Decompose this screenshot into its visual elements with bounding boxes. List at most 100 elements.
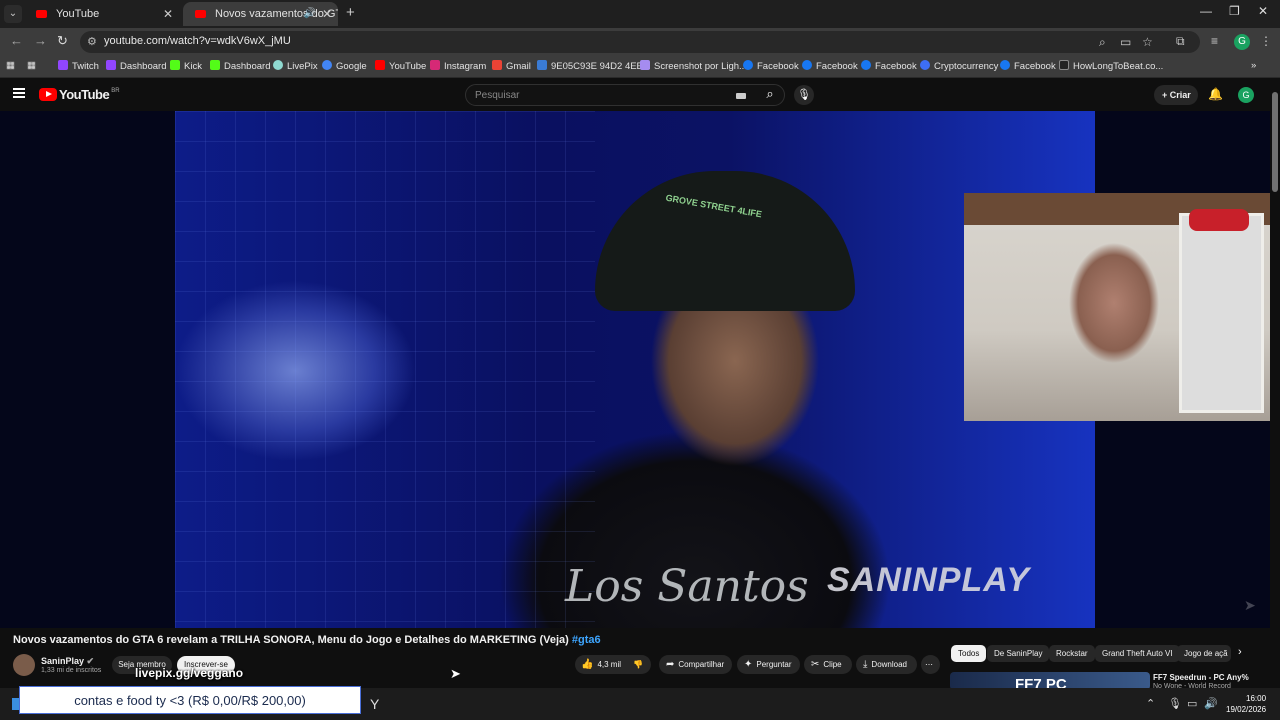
taskbar-app-icon[interactable]: Y bbox=[370, 696, 379, 712]
tab-video[interactable]: Novos vazamentos do GTA 🔊 ✕ bbox=[183, 2, 338, 26]
account-avatar[interactable]: G bbox=[1238, 87, 1254, 103]
extensions-icon[interactable]: ⧉ bbox=[1176, 34, 1185, 49]
bookmark-id[interactable]: 9E05C93E 94D2 4EE... bbox=[537, 60, 651, 72]
bookmark-star-icon[interactable]: ☆ bbox=[1142, 35, 1153, 49]
gmail-icon bbox=[492, 60, 502, 70]
channel-watermark: SANINPLAY bbox=[827, 561, 1030, 599]
create-label: Criar bbox=[1169, 90, 1191, 100]
apps-grid-icon[interactable]: ▦ bbox=[6, 60, 15, 71]
scrollbar-thumb[interactable] bbox=[1272, 92, 1278, 192]
bookmark-instagram[interactable]: Instagram bbox=[430, 60, 486, 72]
chip-action-games[interactable]: Jogo de açã bbox=[1177, 645, 1231, 662]
bookmark-dashboard-kick[interactable]: Dashboard bbox=[210, 60, 270, 72]
bookmark-facebook[interactable]: Facebook bbox=[1000, 60, 1056, 72]
tray-volume-icon[interactable]: 🔊 bbox=[1204, 697, 1218, 710]
tab-groups-icon[interactable]: ▦ bbox=[27, 60, 36, 71]
subscriber-count: 1,33 mi de inscritos bbox=[41, 667, 102, 674]
tray-chevron-icon[interactable]: ⌃ bbox=[1146, 697, 1155, 710]
next-video-icon[interactable]: ➤ bbox=[1244, 597, 1256, 614]
bookmark-gmail[interactable]: Gmail bbox=[492, 60, 531, 72]
close-tab-icon[interactable]: ✕ bbox=[322, 2, 332, 26]
youtube-header: YouTube BR Pesquisar ⌕ 🎙 + Criar 🔔 G bbox=[0, 78, 1280, 111]
omnibox[interactable]: ⚙ youtube.com/watch?v=wdkV6wX_jMU ⌕ ▭ ☆ bbox=[80, 31, 1200, 53]
dislike-button[interactable]: 👎 bbox=[633, 655, 643, 674]
channel-name[interactable]: SaninPlay ✔ bbox=[41, 656, 94, 667]
notifications-bell-icon[interactable]: 🔔 bbox=[1208, 87, 1223, 101]
minimize-button[interactable]: — bbox=[1200, 4, 1212, 18]
forward-button[interactable]: → bbox=[34, 33, 47, 48]
kick-icon bbox=[170, 60, 180, 70]
red-object bbox=[1189, 209, 1249, 231]
bookmark-dashboard[interactable]: Dashboard bbox=[106, 60, 166, 72]
youtube-favicon-icon bbox=[36, 10, 47, 18]
facebook-icon bbox=[861, 60, 871, 70]
browser-profile-avatar[interactable]: G bbox=[1234, 34, 1250, 50]
bookmark-howlongtobeat[interactable]: HowLongToBeat.co... bbox=[1059, 60, 1163, 72]
video-player[interactable]: GROVE STREET 4LIFE Los Santos SANINPLAY … bbox=[0, 111, 1270, 628]
browser-menu-icon[interactable]: ⋮ bbox=[1260, 34, 1272, 48]
reload-button[interactable]: ↻ bbox=[57, 33, 68, 49]
clip-button[interactable]: ✂ Clipe bbox=[804, 655, 852, 674]
create-button[interactable]: + Criar bbox=[1154, 85, 1198, 105]
streamer-cap bbox=[595, 171, 855, 311]
taskbar-clock[interactable]: 16:00 19/02/2026 bbox=[1226, 693, 1266, 715]
bookmark-cryptocurrency[interactable]: Cryptocurrency bbox=[920, 60, 998, 72]
chip-all[interactable]: Todos bbox=[951, 645, 987, 662]
kick-icon bbox=[210, 60, 220, 70]
bookmark-livepix[interactable]: LivePix bbox=[273, 60, 318, 72]
id-icon bbox=[537, 60, 547, 70]
hltb-icon bbox=[1059, 60, 1069, 70]
media-control-icon[interactable]: ≡ bbox=[1211, 34, 1218, 48]
bookmark-google[interactable]: Google bbox=[322, 60, 367, 72]
site-info-icon[interactable]: ⚙ bbox=[87, 35, 97, 48]
recommended-title[interactable]: FF7 Speedrun - PC Any% bbox=[1153, 673, 1249, 682]
tray-network-icon[interactable]: ▭ bbox=[1187, 697, 1197, 710]
google-icon bbox=[322, 60, 332, 70]
coin-icon bbox=[920, 60, 930, 70]
bookmark-kick[interactable]: Kick bbox=[170, 60, 202, 72]
shirt-text: Los Santos bbox=[565, 561, 809, 612]
speaker-icon[interactable]: 🔊 bbox=[304, 2, 316, 26]
youtube-play-icon bbox=[39, 88, 57, 101]
shelf bbox=[1179, 213, 1264, 413]
zoom-icon[interactable]: ⌕ bbox=[1099, 35, 1106, 50]
video-title: Novos vazamentos do GTA 6 revelam a TRIL… bbox=[13, 634, 601, 646]
close-tab-icon[interactable]: ✕ bbox=[163, 2, 173, 26]
channel-avatar[interactable] bbox=[13, 654, 35, 676]
url-text[interactable]: youtube.com/watch?v=wdkV6wX_jMU bbox=[104, 35, 291, 47]
bookmark-facebook[interactable]: Facebook bbox=[802, 60, 858, 72]
microphone-icon[interactable]: 🎙 bbox=[794, 85, 814, 105]
close-window-button[interactable]: ✕ bbox=[1258, 4, 1268, 18]
bookmark-facebook[interactable]: Facebook bbox=[743, 60, 799, 72]
chip-rockstar[interactable]: Rockstar bbox=[1049, 645, 1095, 662]
restore-button[interactable]: ❐ bbox=[1229, 4, 1240, 18]
keyboard-icon[interactable] bbox=[736, 93, 746, 99]
search-button[interactable]: ⌕ bbox=[757, 86, 783, 102]
back-button[interactable]: ← bbox=[10, 33, 23, 48]
chips-next-icon[interactable]: › bbox=[1238, 646, 1242, 658]
hamburger-menu-icon[interactable] bbox=[13, 88, 25, 98]
search-input[interactable]: Pesquisar bbox=[465, 84, 785, 106]
share-button[interactable]: ➦ Compartilhar bbox=[659, 655, 732, 674]
like-button[interactable]: 👍 4,3 mil bbox=[581, 659, 621, 670]
hashtag-link[interactable]: #gta6 bbox=[572, 634, 601, 646]
cast-icon[interactable]: ▭ bbox=[1120, 35, 1131, 49]
tray-mic-icon[interactable]: 🎙 bbox=[1168, 697, 1182, 710]
chip-from-channel[interactable]: De SaninPlay bbox=[987, 645, 1050, 662]
tab-search-button[interactable]: ⌄ bbox=[4, 5, 22, 23]
bookmark-twitch[interactable]: Twitch bbox=[58, 60, 99, 72]
bookmark-lightshot[interactable]: Screenshot por Ligh... bbox=[640, 60, 747, 72]
download-button[interactable]: ⤓ Download bbox=[856, 655, 917, 674]
youtube-logo[interactable]: YouTube BR bbox=[39, 87, 120, 102]
bookmark-youtube[interactable]: YouTube bbox=[375, 60, 426, 72]
instagram-icon bbox=[430, 60, 440, 70]
chip-gta-vi[interactable]: Grand Theft Auto VI bbox=[1095, 645, 1180, 662]
new-tab-button[interactable]: + bbox=[346, 4, 355, 21]
more-actions-button[interactable]: ⋯ bbox=[921, 655, 940, 674]
bookmark-facebook[interactable]: Facebook bbox=[861, 60, 917, 72]
more-bookmarks-icon[interactable]: » bbox=[1251, 60, 1256, 71]
scissors-icon: ✂ bbox=[811, 659, 820, 670]
tab-youtube[interactable]: YouTube ✕ bbox=[24, 2, 179, 26]
download-icon: ⤓ bbox=[863, 659, 868, 670]
ask-button[interactable]: ✦ Perguntar bbox=[737, 655, 800, 674]
